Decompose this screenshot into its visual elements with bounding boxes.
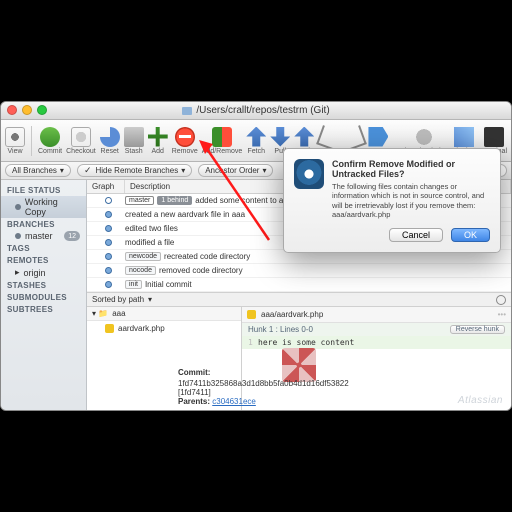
dialog-file-list: aaa/aardvark.php xyxy=(332,210,490,219)
remove-icon xyxy=(175,127,195,147)
sort-bar: Sorted by path▾ xyxy=(87,292,511,307)
ancestor-order-filter[interactable]: Ancestor Order ▾ xyxy=(198,164,273,177)
sidebar-item-origin[interactable]: ▸ origin xyxy=(1,266,86,279)
close-window-button[interactable] xyxy=(7,105,17,115)
view-tool[interactable]: View xyxy=(5,127,25,155)
add-tool[interactable]: Add xyxy=(148,127,168,155)
status-modified-icon xyxy=(247,310,256,319)
window-title: /Users/crallt/repos/testrm (Git) xyxy=(182,105,329,116)
remove-tool[interactable]: Remove xyxy=(172,127,198,155)
app-window: /Users/crallt/repos/testrm (Git) View Co… xyxy=(0,101,512,411)
view-icon xyxy=(5,127,25,147)
commit-details: Commit: 1fd7411b325868a3d1d8bb5fa0b4d1d1… xyxy=(178,366,321,406)
cancel-button[interactable]: Cancel xyxy=(389,228,443,242)
addremove-icon xyxy=(212,127,232,147)
checkout-tool[interactable]: Checkout xyxy=(66,127,96,155)
sidebar-item-master[interactable]: master12 xyxy=(1,230,86,242)
parent-sha-link[interactable]: c304631ece xyxy=(212,397,256,406)
tag-icon xyxy=(368,127,388,147)
addremove-tool[interactable]: Add/Remove xyxy=(202,127,242,155)
branch-icon xyxy=(317,125,343,151)
stash-icon xyxy=(124,127,144,147)
fetch-tool[interactable]: Fetch xyxy=(246,127,266,155)
commit-icon xyxy=(40,127,60,147)
window-controls xyxy=(7,105,47,115)
window-title-text: /Users/crallt/repos/testrm (Git) xyxy=(196,105,329,116)
push-icon xyxy=(294,127,314,147)
reverse-hunk-button[interactable]: Reverse hunk xyxy=(450,325,505,334)
folder-row[interactable]: ▾ 📁 aaa xyxy=(87,307,241,321)
all-branches-filter[interactable]: All Branches ▾ xyxy=(5,164,71,177)
confirm-remove-dialog: Confirm Remove Modified or Untracked Fil… xyxy=(283,148,501,253)
gear-icon[interactable] xyxy=(496,295,506,305)
terminal-icon xyxy=(484,127,504,147)
sort-button[interactable]: Sorted by path xyxy=(92,295,144,304)
history-row[interactable]: nocoderemoved code directory xyxy=(87,264,511,278)
stash-tool[interactable]: Stash xyxy=(124,127,144,155)
zoom-window-button[interactable] xyxy=(37,105,47,115)
brand-watermark: Atlassian xyxy=(458,395,503,406)
plus-icon xyxy=(148,127,168,147)
status-modified-icon xyxy=(105,324,114,333)
commit-tool[interactable]: Commit xyxy=(38,127,62,155)
diff-menu-icon[interactable]: ••• xyxy=(498,310,506,319)
file-row[interactable]: aardvark.php xyxy=(87,321,241,336)
gitflow-icon xyxy=(454,127,474,147)
dialog-title: Confirm Remove Modified or Untracked Fil… xyxy=(332,159,490,179)
minimize-window-button[interactable] xyxy=(22,105,32,115)
sourcetree-icon xyxy=(294,159,324,189)
sidebar-item-working-copy[interactable]: Working Copy xyxy=(1,196,86,218)
hide-remote-filter[interactable]: ✓Hide Remote Branches ▾ xyxy=(77,164,192,177)
history-row[interactable]: initInitial commit xyxy=(87,278,511,292)
dialog-body: The following files contain changes or i… xyxy=(332,182,490,210)
reset-tool[interactable]: Reset xyxy=(100,127,120,155)
fetch-icon xyxy=(246,127,266,147)
ok-button[interactable]: OK xyxy=(451,228,490,242)
pull-icon xyxy=(270,127,290,147)
sidebar: FILE STATUS Working Copy BRANCHES master… xyxy=(1,180,87,410)
checkout-icon xyxy=(71,127,91,147)
merge-icon xyxy=(342,125,368,151)
finder-icon xyxy=(414,127,434,147)
folder-icon xyxy=(182,107,192,115)
titlebar: /Users/crallt/repos/testrm (Git) xyxy=(1,102,511,120)
reset-icon xyxy=(100,127,120,147)
